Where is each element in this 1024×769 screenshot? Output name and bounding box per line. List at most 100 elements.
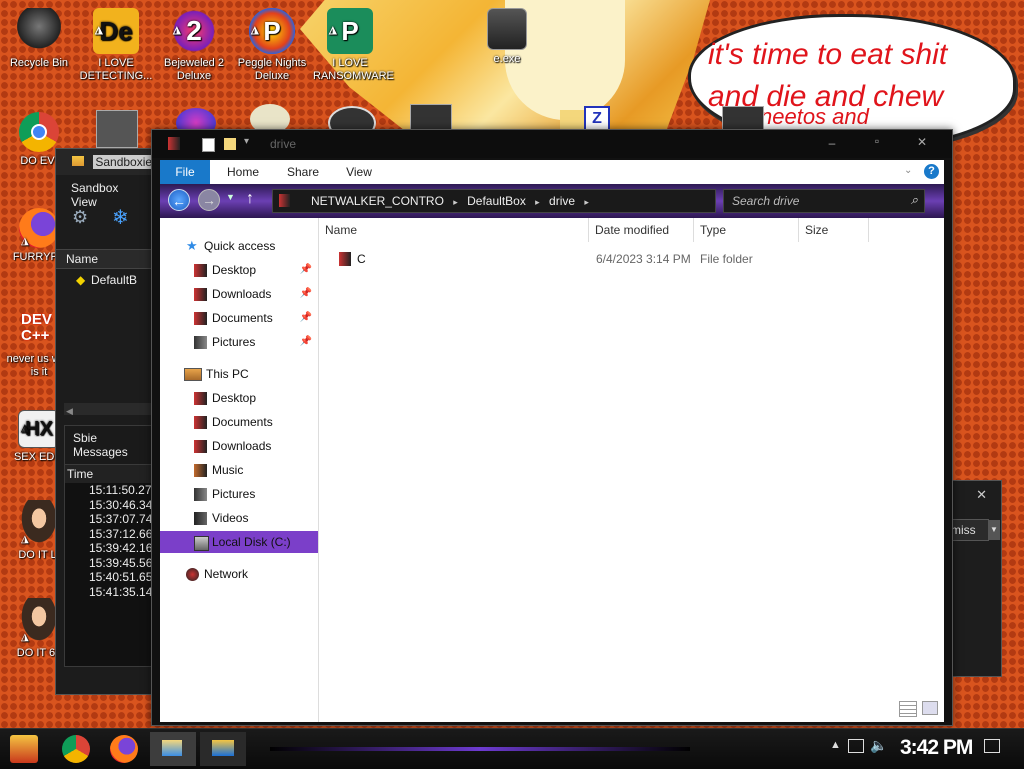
file-date: 6/4/2023 3:14 PM xyxy=(596,252,691,266)
hex-editor-icon: HX ◮ xyxy=(18,410,60,448)
volume-icon[interactable]: 🔈 xyxy=(870,737,887,754)
close-button[interactable]: ✕ xyxy=(902,135,942,149)
show-hidden-icons-icon[interactable]: ▲ xyxy=(830,739,841,751)
file-explorer-window[interactable]: ▾ drive – ▫ ✕ File Home Share View ⌄ ? ←… xyxy=(151,129,953,726)
chevron-right-icon[interactable]: ▸ xyxy=(453,197,458,207)
portrait-64-icon: ◮ xyxy=(19,598,59,644)
bejeweled-icon: 2 ◮ xyxy=(171,8,217,54)
desktop-icon-recycle-bin[interactable]: Recycle Bin xyxy=(2,8,76,70)
tab-home[interactable]: Home xyxy=(220,160,266,184)
column-type[interactable]: Type xyxy=(694,218,799,242)
breadcrumb-netwalker[interactable]: NETWALKER_CONTRO xyxy=(311,194,444,208)
sandboxie-taskbar-button[interactable] xyxy=(200,732,246,766)
maximize-button[interactable]: ▫ xyxy=(857,134,897,148)
partial-dialog-window[interactable]: ✕ miss ▼ xyxy=(946,480,1002,677)
nav-pc-pictures[interactable]: Pictures xyxy=(160,483,318,505)
up-button[interactable]: ↑ xyxy=(246,190,254,208)
snowflake-icon[interactable]: ❄ xyxy=(112,205,129,230)
desktop-icon-e-exe[interactable]: e.exe xyxy=(470,8,544,66)
breadcrumb-drive[interactable]: drive xyxy=(549,194,575,208)
nav-quick-access[interactable]: ★ Quick access xyxy=(160,235,318,257)
nav-label: Pictures xyxy=(212,335,256,349)
documents-folder-icon xyxy=(194,312,207,325)
details-view-icon[interactable] xyxy=(899,701,917,717)
nav-quick-pictures[interactable]: Pictures 📌 xyxy=(160,331,318,353)
nav-local-disk[interactable]: Local Disk (C:) xyxy=(160,531,318,553)
ransomware-app-icon: P ◮ xyxy=(327,8,373,54)
file-explorer-taskbar-button[interactable] xyxy=(150,732,196,766)
clock[interactable]: 3:42 PM xyxy=(900,736,973,760)
dismiss-dropdown[interactable]: miss ▼ xyxy=(947,519,1000,541)
nav-pc-music[interactable]: Music xyxy=(160,459,318,481)
sbie-messages-panel: Sbie Messages Time 15:11:50.27 15:30:46.… xyxy=(64,425,164,667)
nav-label: Downloads xyxy=(212,439,272,453)
nav-pc-videos[interactable]: Videos xyxy=(160,507,318,529)
tab-file[interactable]: File xyxy=(160,160,210,184)
sandboxie-name-column[interactable]: Name xyxy=(56,249,166,269)
firefox-icon[interactable] xyxy=(110,735,138,763)
search-box[interactable]: Search drive ⌕ xyxy=(723,189,925,213)
breadcrumb-defaultbox[interactable]: DefaultBox xyxy=(467,194,526,208)
nav-this-pc[interactable]: This PC xyxy=(160,363,318,385)
minimize-button[interactable]: – xyxy=(812,136,852,150)
detect-it-easy-icon: De ◮ xyxy=(93,8,139,54)
nav-quick-desktop[interactable]: Desktop 📌 xyxy=(160,259,318,281)
explorer-titlebar[interactable]: ▾ drive – ▫ ✕ xyxy=(152,130,952,158)
desktop-icon-label: DO IT LI xyxy=(18,549,60,561)
chevron-right-icon[interactable]: ▸ xyxy=(584,197,589,207)
address-bar-row: ← → ▼ ↑ NETWALKER_CONTRO ▸ DefaultBox ▸ … xyxy=(160,184,944,218)
sandboxie-scrollbar[interactable]: ◀ xyxy=(64,403,162,416)
close-icon[interactable]: ✕ xyxy=(976,487,987,503)
chevron-right-icon[interactable]: ▸ xyxy=(535,197,540,207)
nav-pc-desktop[interactable]: Desktop xyxy=(160,387,318,409)
desktop-icon-bejeweled[interactable]: 2 ◮ Bejeweled 2 Deluxe xyxy=(157,8,231,83)
ribbon-expand-icon[interactable]: ⌄ xyxy=(904,165,912,176)
nav-network[interactable]: Network xyxy=(160,563,318,585)
file-name: C xyxy=(357,252,366,266)
desktop-icon-ransomware[interactable]: P ◮ I LOVE RANSOMWARE xyxy=(313,8,394,83)
column-size[interactable]: Size xyxy=(799,218,869,242)
notifications-icon[interactable] xyxy=(984,739,1000,753)
desktop-icon-detect[interactable]: De ◮ I LOVE DETECTING... xyxy=(79,8,153,83)
address-bar[interactable]: NETWALKER_CONTRO ▸ DefaultBox ▸ drive ▸ xyxy=(272,189,716,213)
recent-locations-icon[interactable]: ▼ xyxy=(226,192,235,202)
tab-view[interactable]: View xyxy=(336,160,382,184)
nav-label: Downloads xyxy=(212,287,272,301)
column-name[interactable]: Name xyxy=(319,218,589,242)
sandbox-row[interactable]: ◆ DefaultB xyxy=(56,269,166,287)
taskbar-stripe xyxy=(270,747,690,751)
sbie-messages-tab[interactable]: Sbie Messages xyxy=(65,426,163,464)
tab-share[interactable]: Share xyxy=(278,160,328,184)
start-icon[interactable] xyxy=(10,735,38,763)
network-icon xyxy=(186,568,199,581)
nav-pc-downloads[interactable]: Downloads xyxy=(160,435,318,457)
desktop-icon-label: Bejeweled 2 Deluxe xyxy=(164,57,224,82)
sandboxie-icon xyxy=(212,740,234,756)
qat-dropdown-icon[interactable]: ▾ xyxy=(244,136,249,147)
file-explorer-icon xyxy=(162,740,182,756)
nav-label: Network xyxy=(204,567,249,581)
network-tray-icon[interactable] xyxy=(848,739,864,753)
desktop-icon-peggle[interactable]: P ◮ Peggle Nights Deluxe xyxy=(235,8,309,83)
search-input[interactable]: Search drive xyxy=(732,194,799,208)
chrome-icon[interactable] xyxy=(62,735,90,763)
menu-sandbox[interactable]: Sandbox xyxy=(71,181,118,195)
time-column[interactable]: Time xyxy=(65,464,163,483)
qat-properties-icon[interactable] xyxy=(202,138,215,152)
large-icons-view-icon[interactable] xyxy=(922,701,938,715)
nav-quick-documents[interactable]: Documents 📌 xyxy=(160,307,318,329)
help-icon[interactable]: ? xyxy=(924,164,939,179)
nav-quick-downloads[interactable]: Downloads 📌 xyxy=(160,283,318,305)
gears-icon[interactable]: ⚙ xyxy=(72,207,88,228)
forward-button[interactable]: → xyxy=(198,189,220,211)
qat-new-folder-icon[interactable] xyxy=(224,138,236,150)
stacked-windows-icon[interactable] xyxy=(96,110,138,148)
pin-icon: 📌 xyxy=(299,312,312,323)
file-row[interactable]: C 6/4/2023 3:14 PM File folder xyxy=(319,248,919,270)
search-icon: ⌕ xyxy=(910,192,918,207)
back-button[interactable]: ← xyxy=(168,189,190,211)
column-date-modified[interactable]: Date modified xyxy=(589,218,694,242)
scroll-left-icon[interactable]: ◀ xyxy=(64,406,73,416)
nav-pc-documents[interactable]: Documents xyxy=(160,411,318,433)
sandboxie-titlebar[interactable]: Sandboxie xyxy=(56,149,166,175)
